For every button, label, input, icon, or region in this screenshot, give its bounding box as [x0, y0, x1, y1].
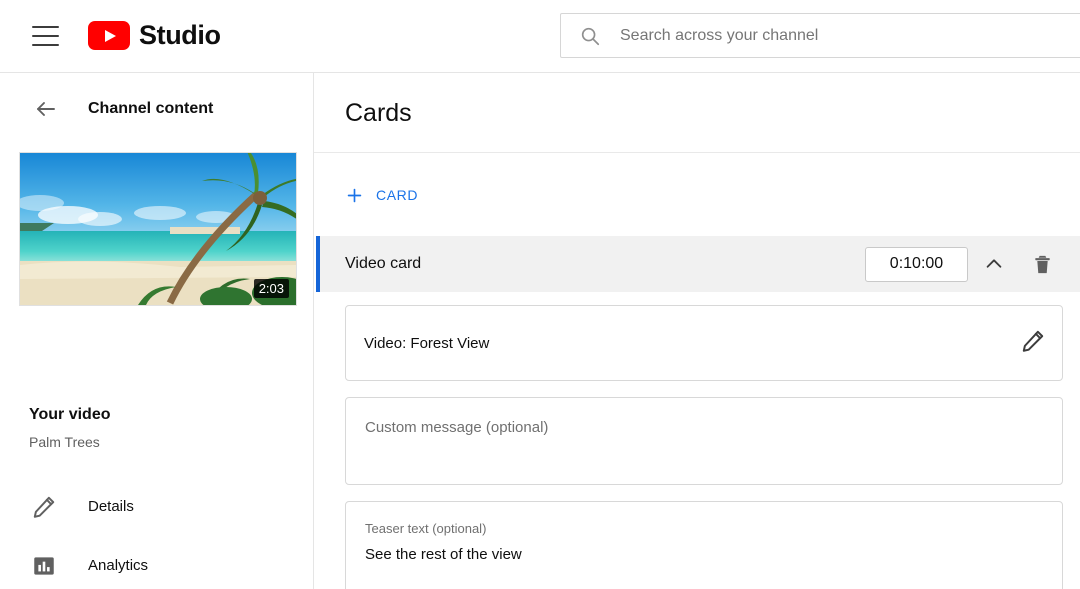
sidebar-item-analytics[interactable]: Analytics — [0, 536, 313, 589]
bar-chart-icon — [34, 556, 54, 575]
pencil-icon — [33, 496, 55, 518]
card-accent-bar — [316, 236, 320, 292]
teaser-text-label: Teaser text (optional) — [365, 521, 487, 536]
card-timecode-button[interactable]: 0:10:00 — [865, 246, 968, 282]
youtube-studio-window: Studio Channel content — [0, 0, 1080, 589]
video-duration-badge: 2:03 — [253, 279, 289, 298]
brand-label: Studio — [139, 20, 221, 50]
hamburger-icon[interactable] — [32, 26, 59, 46]
hamburger-bar — [32, 26, 59, 28]
studio-brand[interactable]: Studio — [88, 21, 221, 50]
title-divider — [314, 152, 1080, 153]
sidebar-item-label: Analytics — [88, 557, 149, 574]
play-triangle — [105, 29, 116, 42]
add-card-button[interactable]: CARD — [345, 178, 418, 212]
card-video-field[interactable]: Video: Forest View — [345, 305, 1063, 381]
card-header-actions: 0:10:00 — [865, 236, 1064, 292]
video-card-header: Video card 0:10:00 — [316, 236, 1080, 292]
hamburger-bar — [32, 35, 59, 37]
trash-icon — [1034, 255, 1050, 273]
chevron-up-icon — [986, 259, 1002, 268]
top-header: Studio — [0, 0, 1080, 73]
collapse-card-button[interactable] — [968, 244, 1020, 284]
active-accent-bar — [0, 477, 4, 536]
teaser-text-field[interactable]: Teaser text (optional) See the rest of t… — [345, 501, 1063, 589]
card-title: Video card — [345, 255, 422, 272]
delete-card-button[interactable] — [1020, 244, 1064, 284]
page-title: Cards — [345, 99, 412, 127]
video-title: Your video — [29, 406, 111, 423]
video-thumbnail[interactable]: 2:03 — [19, 152, 297, 306]
active-accent-bar — [0, 536, 4, 589]
search-icon — [581, 27, 600, 45]
teaser-text-value: See the rest of the view — [365, 546, 522, 563]
add-card-label: CARD — [376, 187, 419, 203]
back-to-channel-content[interactable]: Channel content — [0, 73, 313, 145]
search-input[interactable] — [620, 26, 1050, 45]
arrow-back-icon — [37, 102, 55, 116]
search-bar[interactable] — [560, 13, 1080, 58]
main-panel: Cards CARD Video card 0:10:00 Video: For… — [314, 73, 1080, 589]
card-video-value: Video: Forest View — [364, 334, 490, 352]
back-label: Channel content — [88, 100, 214, 117]
sidebar-item-details[interactable]: Details — [0, 477, 313, 536]
custom-message-field[interactable]: Custom message (optional) — [345, 397, 1063, 485]
video-subtitle: Palm Trees — [29, 434, 100, 450]
sidebar-nav: Details Analytics — [0, 477, 313, 589]
youtube-logo-icon — [88, 21, 130, 50]
left-sidebar: Channel content 2:03 Your video Palm Tre… — [0, 73, 314, 589]
pencil-icon[interactable] — [1020, 328, 1046, 354]
plus-icon — [347, 188, 362, 202]
custom-message-placeholder: Custom message (optional) — [365, 419, 549, 436]
hamburger-bar — [32, 44, 59, 46]
sidebar-item-label: Details — [88, 498, 134, 515]
